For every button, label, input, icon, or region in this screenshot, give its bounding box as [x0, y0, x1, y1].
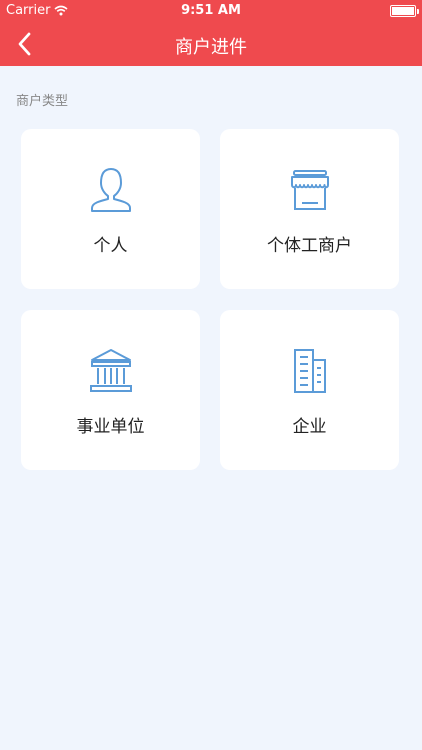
merchant-type-individual-business-card[interactable]: 个体工商户: [220, 129, 399, 289]
person-icon: [90, 168, 131, 212]
merchant-type-institution-card[interactable]: 事业单位: [21, 310, 200, 470]
merchant-type-enterprise-card[interactable]: 企业: [220, 310, 399, 470]
battery-icon: [390, 5, 419, 17]
navigation-bar: 商户进件: [0, 22, 422, 66]
merchant-type-label: 个体工商户: [267, 236, 352, 256]
status-bar: Carrier 9:51 AM: [0, 0, 422, 22]
page-title: 商户进件: [175, 37, 247, 58]
institution-icon: [89, 349, 132, 392]
storefront-icon: [290, 170, 329, 210]
merchant-type-label: 个人: [93, 236, 128, 256]
office-building-icon: [293, 349, 326, 393]
section-label: 商户类型: [16, 94, 69, 109]
merchant-type-label: 事业单位: [76, 417, 145, 437]
status-time: 9:51 AM: [181, 3, 241, 18]
merchant-type-personal-card[interactable]: 个人: [21, 129, 200, 289]
merchant-type-label: 企业: [292, 417, 327, 437]
